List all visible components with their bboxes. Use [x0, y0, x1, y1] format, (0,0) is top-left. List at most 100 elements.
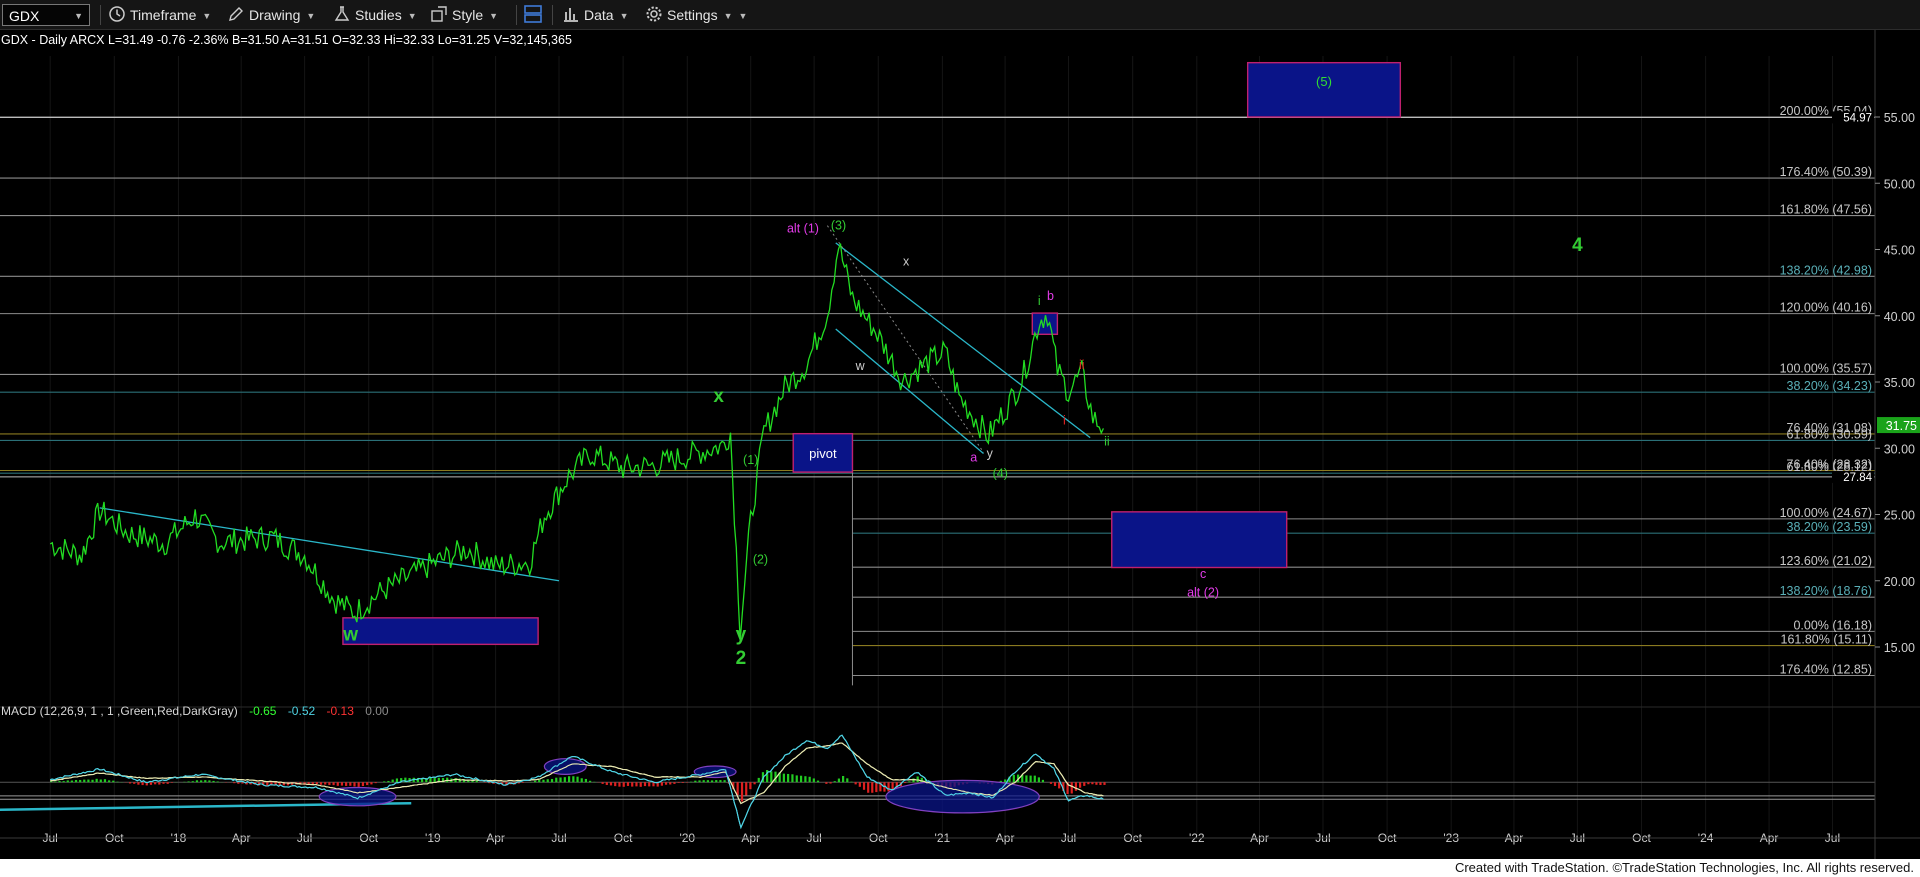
copyright-text: Created with TradeStation. ©TradeStation…: [1454, 860, 1914, 875]
macd-histogram-bar: [66, 780, 69, 783]
fib-level-label: 38.20% (23.59): [1787, 520, 1872, 534]
timeframe-button[interactable]: Timeframe ▼: [108, 4, 211, 26]
y-tick-label: 20.00: [1884, 575, 1915, 589]
macd-histogram-bar: [639, 782, 642, 787]
macd-histogram-bar: [200, 780, 203, 783]
macd-histogram-bar: [588, 780, 592, 783]
macd-histogram-bar: [361, 782, 365, 787]
macd-histogram-bar: [433, 777, 436, 783]
macd-histogram-bar: [324, 782, 327, 785]
macd-histogram-bar: [723, 780, 726, 783]
level-price-tag: 54.97: [1843, 112, 1872, 124]
macd-histogram-bar: [871, 782, 874, 793]
flask-icon: [334, 6, 350, 21]
macd-histogram-bar: [787, 773, 790, 783]
style-icon: [431, 6, 447, 22]
macd-histogram-bar: [345, 782, 348, 786]
macd-histogram-bar: [702, 780, 705, 783]
macd-histogram-bar: [576, 776, 579, 783]
macd-histogram-bar: [908, 781, 911, 783]
macd-histogram-bar: [83, 779, 86, 783]
macd-histogram-bar: [128, 782, 132, 784]
toolbar-separator: [516, 5, 517, 25]
macd-histogram-bar: [241, 782, 244, 784]
macd-histogram-bar: [799, 775, 803, 783]
macd-histogram-bar: [546, 779, 549, 783]
data-label: Data: [584, 7, 614, 23]
macd-legend: MACD (12,26,9, 1 , 1 ,Green,Red,DarkGray…: [1, 704, 389, 718]
data-button[interactable]: Data ▼: [562, 4, 629, 26]
macd-histogram-bar: [99, 779, 102, 783]
macd-histogram-bar: [74, 779, 78, 783]
settings-button[interactable]: Settings ▼ ▼: [645, 4, 747, 26]
macd-histogram-bar: [170, 782, 173, 783]
price-series: [49, 243, 1104, 641]
macd-histogram-bar: [664, 782, 668, 785]
y-tick-label: 15.00: [1884, 641, 1915, 655]
wave-label: alt (1): [787, 221, 819, 235]
zone-label: (5): [1316, 74, 1332, 89]
fib-level-label: 0.00% (16.18): [1793, 618, 1872, 632]
macd-histogram-bar: [833, 781, 836, 783]
macd-histogram-bar: [1103, 782, 1106, 785]
macd-histogram-bar: [336, 782, 339, 786]
symbol-quote-header: GDX - Daily ARCX L=31.49 -0.76 -2.36% B=…: [1, 33, 572, 47]
macd-histogram-bar: [328, 782, 331, 785]
wave-label: y: [987, 447, 994, 461]
fibonacci-levels: 200.00% (55.04)54.97176.40% (50.39)161.8…: [0, 104, 1875, 686]
wave-label: a: [970, 451, 977, 465]
macd-histogram-bar: [858, 782, 861, 787]
macd-histogram-bar: [1070, 782, 1073, 794]
macd-histogram-bar: [829, 782, 832, 784]
macd-histogram-bar: [804, 776, 807, 783]
macd-histogram-bar: [846, 778, 849, 783]
macd-histogram-bar: [1004, 779, 1007, 783]
macd-histogram-bar: [782, 773, 785, 783]
macd-histogram-bar: [1033, 775, 1036, 783]
target-zone-box: [1246, 61, 1402, 118]
style-label: Style: [452, 7, 484, 23]
macd-histogram-bar: [212, 780, 215, 783]
macd-histogram-bar: [191, 781, 194, 783]
macd-histogram-bar: [837, 778, 841, 783]
wave-label: y: [736, 624, 747, 645]
macd-histogram-bar: [1058, 782, 1061, 789]
macd-histogram-bar: [1091, 782, 1094, 785]
macd-histogram-bar: [669, 782, 672, 785]
chevron-down-icon: ▼: [489, 11, 499, 21]
wave-label: 4: [1572, 235, 1583, 256]
histogram-value: -0.13: [327, 704, 355, 718]
macd-histogram-bar: [391, 779, 394, 783]
macd-histogram-bar: [875, 782, 878, 793]
symbol-selector[interactable]: GDX ▼: [2, 4, 90, 26]
wave-label: ii: [1079, 358, 1085, 372]
macd-histogram-bar: [842, 775, 845, 783]
macd-histogram-bar: [1087, 782, 1090, 785]
y-tick-label: 45.00: [1884, 244, 1915, 258]
macd-histogram-bar: [95, 778, 98, 783]
macd-histogram-bar: [237, 782, 240, 784]
wave-label: i: [1038, 294, 1041, 308]
macd-histogram-bar: [580, 778, 583, 783]
wave-label: c: [1200, 567, 1206, 581]
macd-histogram-bar: [673, 782, 676, 784]
chart-area[interactable]: 200.00% (55.04)54.97176.40% (50.39)161.8…: [0, 30, 1920, 859]
macd-histogram-bar: [475, 780, 478, 783]
studies-button[interactable]: Studies ▼: [333, 4, 417, 26]
overflow-chevron-icon[interactable]: ▼: [739, 11, 748, 21]
macd-histogram-bar: [745, 782, 748, 796]
macd-histogram-bar: [912, 778, 915, 783]
macd-histogram-bar: [550, 778, 554, 783]
panels-button[interactable]: [523, 4, 543, 26]
macd-histogram-bar: [538, 779, 541, 783]
style-button[interactable]: Style ▼: [430, 4, 498, 26]
signal-value: -0.52: [288, 704, 316, 718]
macd-histogram-bar: [563, 777, 566, 783]
macd-histogram-bar: [719, 780, 722, 783]
macd-histogram-bar: [1029, 775, 1032, 783]
axes: Jul Oct '18 Apr Jul Oct '19 Apr Jul Oct '20 Apr Jul O…: [0, 30, 1920, 859]
macd-histogram-bar: [370, 782, 373, 785]
macd-histogram-bar: [187, 781, 190, 783]
macd-histogram-bar: [916, 776, 919, 783]
drawing-button[interactable]: Drawing ▼: [227, 4, 315, 26]
